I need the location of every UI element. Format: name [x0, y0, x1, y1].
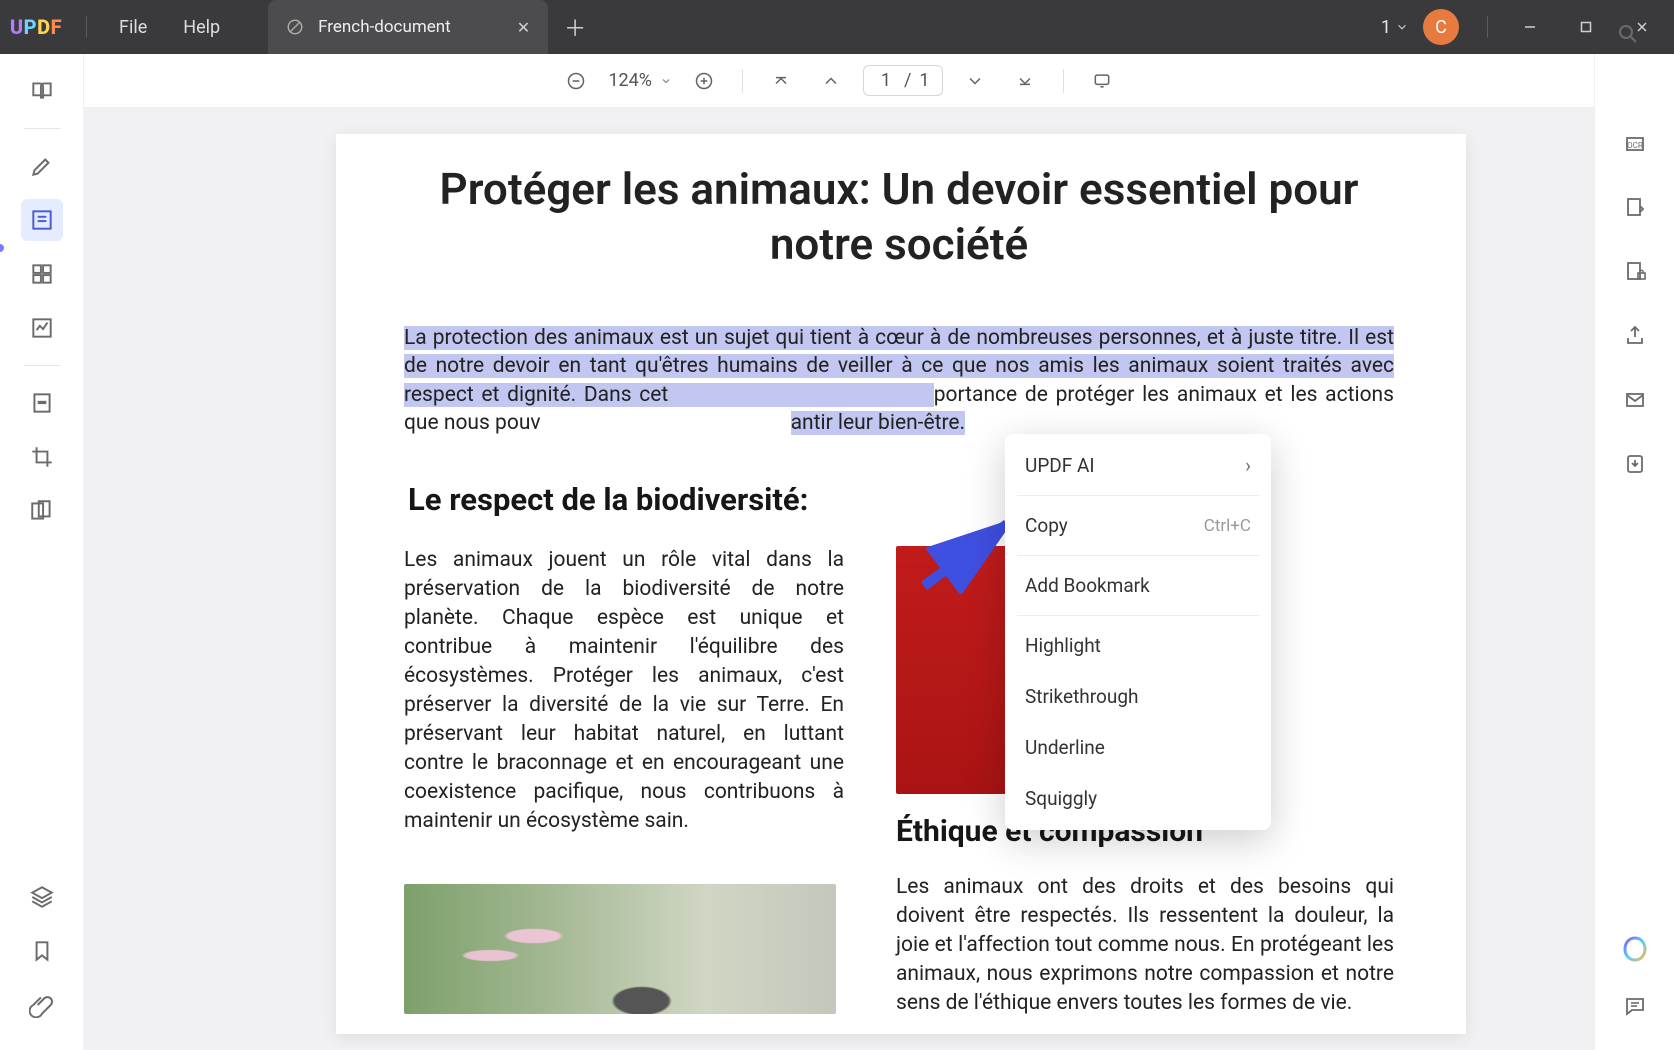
context-menu: UPDF AI › Copy Ctrl+C Add Bookmark Highl…	[1005, 434, 1271, 830]
page-organize-tool[interactable]	[21, 253, 63, 295]
edit-text-tool[interactable]	[21, 199, 63, 241]
search-icon[interactable]	[1608, 14, 1648, 54]
image-cat-tulips	[404, 884, 836, 1014]
notification-count[interactable]: 1	[1381, 17, 1409, 38]
zoom-in-button[interactable]	[686, 63, 722, 99]
context-menu-add-bookmark[interactable]: Add Bookmark	[1005, 560, 1271, 611]
context-menu-squiggly[interactable]: Squiggly	[1005, 773, 1271, 824]
new-tab-button[interactable]: ＋	[548, 11, 602, 43]
reader-tool[interactable]	[21, 70, 63, 112]
convert-icon[interactable]	[1615, 188, 1655, 228]
document-title: Protéger les animaux: Un devoir essentie…	[404, 162, 1394, 272]
context-menu-underline[interactable]: Underline	[1005, 722, 1271, 773]
presentation-button[interactable]	[1084, 63, 1120, 99]
window-minimize-button[interactable]	[1502, 0, 1558, 54]
highlighter-tool[interactable]	[21, 145, 63, 187]
comment-icon[interactable]	[1615, 986, 1655, 1026]
page-indicator[interactable]: 1 / 1	[863, 65, 943, 96]
save-icon[interactable]	[1615, 444, 1655, 484]
chevron-down-icon	[1395, 20, 1409, 34]
document-tab-icon	[286, 18, 304, 36]
tab-title: French-document	[318, 17, 451, 37]
ocr-icon[interactable]: OCR	[1615, 124, 1655, 164]
zoom-out-button[interactable]	[558, 63, 594, 99]
document-tab[interactable]: French-document ✕	[268, 0, 548, 54]
updf-ai-icon[interactable]	[1619, 934, 1651, 966]
menu-help[interactable]: Help	[165, 17, 238, 38]
bookmark-icon[interactable]	[21, 930, 63, 972]
crop-tool[interactable]	[21, 436, 63, 478]
paragraph-ethics: Les animaux ont des droits et des besoin…	[896, 873, 1394, 1018]
context-menu-strikethrough[interactable]: Strikethrough	[1005, 671, 1271, 722]
context-menu-highlight[interactable]: Highlight	[1005, 620, 1271, 671]
redact-tool[interactable]	[21, 382, 63, 424]
app-logo: UPDF	[0, 0, 72, 54]
titlebar: UPDF File Help French-document ✕ ＋ 1 C	[0, 0, 1674, 54]
chevron-right-icon: ›	[1245, 454, 1251, 477]
view-toolbar: 124% 1 / 1	[84, 54, 1594, 108]
window-maximize-button[interactable]	[1558, 0, 1614, 54]
shortcut-label: Ctrl+C	[1204, 516, 1251, 536]
compare-tool[interactable]	[21, 490, 63, 532]
user-avatar[interactable]: C	[1423, 9, 1459, 45]
last-page-button[interactable]	[1007, 63, 1043, 99]
menu-file[interactable]: File	[101, 17, 165, 38]
email-icon[interactable]	[1615, 380, 1655, 420]
document-page[interactable]: Protéger les animaux: Un devoir essentie…	[336, 134, 1466, 1034]
protect-icon[interactable]	[1615, 252, 1655, 292]
document-area: 124% 1 / 1 Protéger les animaux: Un devo…	[84, 54, 1594, 1050]
share-icon[interactable]	[1615, 316, 1655, 356]
first-page-button[interactable]	[763, 63, 799, 99]
context-menu-copy[interactable]: Copy Ctrl+C	[1005, 500, 1271, 551]
tab-close-icon[interactable]: ✕	[517, 18, 530, 37]
attachment-icon[interactable]	[21, 984, 63, 1026]
next-page-button[interactable]	[957, 63, 993, 99]
intro-paragraph: La protection des animaux est un sujet q…	[404, 324, 1394, 437]
right-toolbar: OCR	[1594, 54, 1674, 1050]
chevron-down-icon	[660, 75, 672, 87]
left-toolbar	[0, 54, 84, 1050]
layers-icon[interactable]	[21, 876, 63, 918]
paragraph-biodiversity: Les animaux jouent un rôle vital dans la…	[404, 546, 844, 836]
svg-text:OCR: OCR	[1627, 141, 1643, 150]
fill-sign-tool[interactable]	[21, 307, 63, 349]
zoom-level[interactable]: 124%	[608, 70, 672, 91]
context-menu-updf-ai[interactable]: UPDF AI ›	[1005, 440, 1271, 491]
prev-page-button[interactable]	[813, 63, 849, 99]
